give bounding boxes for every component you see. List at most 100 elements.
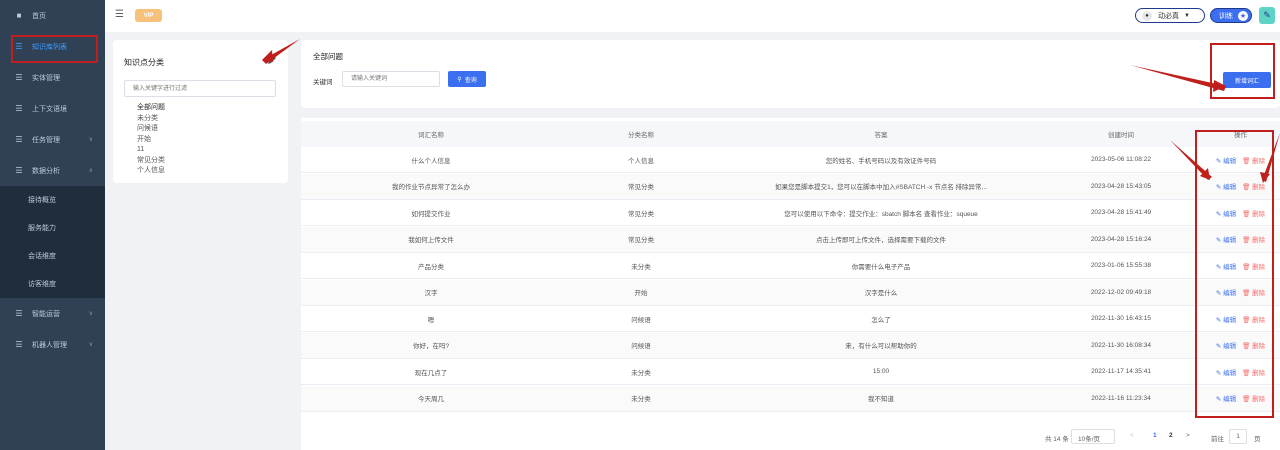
delete-button[interactable]: 🗑 删除 (1242, 181, 1265, 191)
sidebar-item-entity[interactable]: ☰ 实体管理 (0, 62, 105, 93)
top-bar: ☰ VIP ● 动必真 ▼ 训练 ★ ✎ (105, 0, 1280, 32)
keyword-input[interactable] (342, 71, 440, 87)
vocabulary-name: 汉字 (424, 290, 438, 297)
vocabulary-name: 我的作业节点异常了怎么办 (392, 184, 470, 191)
created-time: 2023-04-28 15:41:49 (1090, 209, 1152, 216)
edit-button[interactable]: ✎ 编辑 (1216, 340, 1236, 350)
trash-icon: 🗑 (1242, 343, 1251, 350)
sidebar-item-analytics[interactable]: ☰ 数据分析 ∧ (0, 155, 105, 186)
row-actions: ✎ 编辑 🗑 删除 (1201, 367, 1280, 377)
list-icon: ☰ (15, 166, 23, 175)
trash-icon: 🗑 (1242, 316, 1251, 324)
avatar: ● (1142, 10, 1152, 21)
vocabulary-name: 今天周几 (418, 396, 444, 403)
delete-button[interactable]: 🗑 删除 (1242, 314, 1265, 324)
tree-item[interactable]: 开始 (137, 135, 165, 146)
trash-icon: 🗑 (1242, 369, 1251, 377)
category-name: 常见分类 (628, 184, 654, 191)
edit-button[interactable]: ✎ 编辑 (1216, 367, 1236, 377)
delete-button[interactable]: 🗑 删除 (1242, 155, 1265, 165)
answer-text: 来，有什么可以帮助你的 (845, 343, 917, 350)
edit-label: 编辑 (1223, 237, 1237, 244)
tree-item[interactable]: 个人信息 (137, 166, 165, 177)
prev-page-button[interactable]: < (1130, 432, 1134, 439)
delete-button[interactable]: 🗑 删除 (1242, 367, 1265, 377)
category-title: 知识点分类 (124, 58, 164, 67)
list-icon: ☰ (15, 104, 23, 113)
category-panel: 知识点分类 全部问题 未分类 问候语 开始 11 常见分类 个人信息 (113, 40, 288, 183)
sidebar-item-robots[interactable]: ☰ 机器人管理 ∨ (0, 329, 105, 360)
sidebar-subitem-reception[interactable]: 接待概览 (0, 186, 105, 214)
sidebar-item-label: 机器人管理 (32, 341, 67, 349)
edit-label: 编辑 (1223, 343, 1237, 350)
user-menu[interactable]: ● 动必真 ▼ (1135, 8, 1205, 23)
edit-button[interactable]: ✎ 编辑 (1216, 393, 1236, 403)
brush-icon[interactable]: ✎ (1259, 7, 1275, 24)
tree-item[interactable]: 未分类 (137, 114, 165, 125)
train-toggle[interactable]: 训练 ★ (1210, 8, 1252, 23)
add-vocabulary-button[interactable]: 新增词汇 (1223, 72, 1271, 88)
sidebar-subitem-session[interactable]: 会话维度 (0, 242, 105, 270)
table-row: 如何提交作业 常见分类 您可以使用以下命令：提交作业：sbatch 脚本名 查看作业… (301, 200, 1280, 226)
delete-button[interactable]: 🗑 删除 (1242, 287, 1265, 297)
row-actions: ✎ 编辑 🗑 删除 (1201, 234, 1280, 244)
edit-icon: ✎ (1215, 157, 1222, 165)
vocabulary-name: 你好，在吗? (412, 343, 450, 350)
page-size-select[interactable]: 10条/页 (1071, 429, 1115, 444)
edit-button[interactable]: ✎ 编辑 (1216, 234, 1236, 244)
category-filter-input[interactable] (124, 80, 276, 97)
category-name: 常见分类 (628, 237, 654, 244)
delete-label: 删除 (1252, 263, 1266, 271)
delete-button[interactable]: 🗑 删除 (1242, 234, 1265, 244)
created-time: 2023-05-06 11:08:22 (1091, 156, 1151, 163)
tree-item[interactable]: 问候语 (137, 124, 165, 135)
menu-toggle-icon[interactable]: ☰ (115, 9, 124, 20)
list-icon: ☰ (15, 309, 23, 318)
edit-category-icon[interactable] (267, 55, 277, 65)
category-name: 未分类 (631, 263, 651, 271)
tree-item[interactable]: 常见分类 (137, 156, 165, 167)
edit-button[interactable]: ✎ 编辑 (1216, 314, 1236, 324)
vocabulary-name: 我如何上传文件 (408, 237, 454, 244)
delete-label: 删除 (1252, 316, 1266, 324)
sidebar-item-operations[interactable]: ☰ 智能运营 ∨ (0, 298, 105, 329)
delete-button[interactable]: 🗑 删除 (1242, 208, 1265, 218)
delete-label: 删除 (1252, 184, 1266, 191)
sidebar-subitem-service[interactable]: 服务能力 (0, 214, 105, 242)
search-button[interactable]: ⚲ 查询 (448, 71, 486, 87)
delete-button[interactable]: 🗑 删除 (1242, 393, 1265, 403)
row-actions: ✎ 编辑 🗑 删除 (1201, 340, 1280, 350)
sidebar-item-label: 首页 (32, 12, 46, 20)
edit-button[interactable]: ✎ 编辑 (1216, 287, 1236, 297)
star-icon: ★ (1238, 10, 1248, 21)
page-2-button[interactable]: 2 (1169, 432, 1173, 439)
row-actions: ✎ 编辑 🗑 删除 (1201, 393, 1280, 403)
sidebar-item-home[interactable]: ■ 首页 (0, 0, 105, 31)
delete-label: 删除 (1252, 157, 1266, 165)
list-icon: ☰ (15, 135, 23, 144)
delete-button[interactable]: 🗑 删除 (1242, 340, 1265, 350)
trash-icon: 🗑 (1242, 184, 1251, 191)
list-icon: ☰ (15, 340, 23, 349)
page-1-button[interactable]: 1 (1153, 432, 1157, 439)
answer-text: 15:00 (872, 368, 890, 375)
next-page-button[interactable]: > (1186, 432, 1190, 439)
sidebar-subitem-visitor[interactable]: 访客维度 (0, 270, 105, 298)
sidebar-item-context[interactable]: ☰ 上下文语境 (0, 93, 105, 124)
edit-button[interactable]: ✎ 编辑 (1216, 208, 1236, 218)
tree-item[interactable]: 11 (137, 145, 165, 156)
edit-button[interactable]: ✎ 编辑 (1216, 181, 1236, 191)
delete-label: 删除 (1252, 210, 1266, 218)
sidebar-item-knowledge-list[interactable]: ☰ 知识库列表 (0, 31, 105, 62)
edit-button[interactable]: ✎ 编辑 (1216, 155, 1236, 165)
table-row: 你好，在吗? 问候语 来，有什么可以帮助你的 2022-11-30 16:08:34 ✎… (301, 332, 1280, 359)
edit-label: 编辑 (1223, 210, 1237, 218)
row-actions: ✎ 编辑 🗑 删除 (1201, 314, 1280, 324)
table-row: 今天周几 未分类 我不知道 2022-11-16 11:23:34 ✎ 编辑 🗑 删除 (301, 385, 1280, 412)
goto-page-input[interactable]: 1 (1229, 429, 1247, 444)
delete-button[interactable]: 🗑 删除 (1242, 261, 1265, 271)
edit-button[interactable]: ✎ 编辑 (1216, 261, 1236, 271)
tree-item-all[interactable]: 全部问题 (137, 103, 165, 114)
answer-text: 您可以使用以下命令：提交作业：sbatch 脚本名 查看作业：squeue (784, 210, 978, 218)
sidebar-item-tasks[interactable]: ☰ 任务管理 ∨ (0, 124, 105, 155)
